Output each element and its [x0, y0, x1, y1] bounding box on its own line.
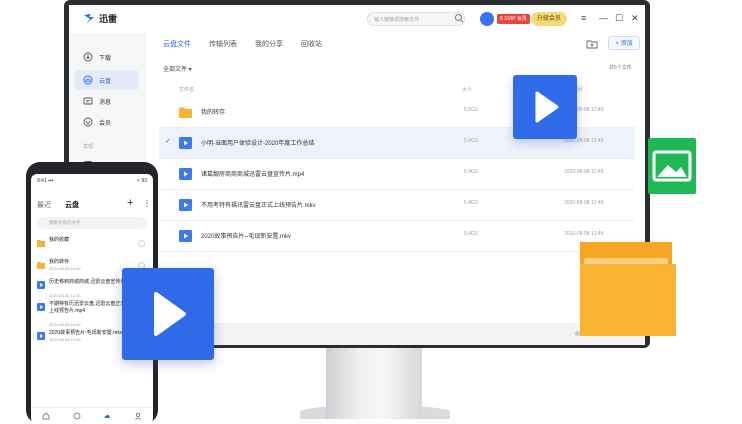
download-icon: [83, 52, 93, 62]
video-file-icon: [37, 332, 45, 340]
sidebar-item-label: 云盘: [99, 78, 112, 85]
list-item-meta: 2020-08-08 12:45: [49, 322, 81, 327]
add-button[interactable]: + 添加: [608, 36, 640, 50]
sidebar-section-label: 发现: [83, 144, 94, 150]
file-time: 2020-08-08 12:45: [564, 169, 604, 175]
image-file-graphic: [648, 138, 696, 194]
file-size: 5.4G3: [464, 231, 478, 237]
phone-status-bar: 9:41 ▪▪▪: [37, 178, 54, 184]
tab-cloud-files[interactable]: 云盘文件: [163, 39, 191, 49]
list-item-name: 2020故事预告片-毛现新安置.mkv: [49, 330, 123, 336]
list-item-name: 我的收藏: [49, 237, 70, 243]
play-icon: [154, 292, 186, 336]
app-name: 迅雷: [99, 14, 118, 24]
select-radio[interactable]: [138, 240, 145, 247]
new-folder-icon[interactable]: [586, 39, 598, 49]
main-tabs: 云盘文件 传输列表 我的分享 回收站: [163, 39, 322, 49]
folder-icon: [179, 107, 192, 118]
sidebar-item-label: 下载: [99, 55, 112, 62]
upgrade-vip-button[interactable]: 升级会员: [531, 12, 567, 26]
file-size: 5.4G3: [464, 169, 478, 175]
folder-graphic: [580, 242, 676, 336]
sidebar-item-cloud[interactable]: 云盘: [75, 70, 139, 90]
monitor-stand: [326, 348, 422, 419]
tab-transfer-list[interactable]: 传输列表: [209, 39, 237, 49]
file-name: 不用考特有福讯雷云盘正式上线预告片.mkv: [201, 203, 316, 209]
table-row[interactable]: 不用考特有福讯雷云盘正式上线预告片.mkv 5.4G3 2020-08-08 1…: [159, 190, 635, 221]
list-item[interactable]: 我的收藏: [35, 236, 151, 256]
tab-recycle-bin[interactable]: 回收站: [301, 39, 322, 49]
column-header-size[interactable]: 大小: [462, 86, 472, 93]
minimize-button[interactable]: —: [599, 13, 608, 23]
list-item-meta: 2020-08-08 12:45: [49, 293, 81, 298]
video-play-graphic: [122, 268, 214, 360]
file-time: 2020-08-08 12:45: [564, 231, 604, 237]
search-input[interactable]: 输入链接或搜索文件: [367, 12, 465, 26]
phone-more-button[interactable]: ⋮: [143, 199, 151, 208]
phone-tabs: 最近 云盘: [37, 200, 79, 210]
thunder-logo-icon: [84, 13, 94, 24]
image-icon: [652, 150, 692, 182]
table-row[interactable]: 诸葛靓房商商商城迅雷云盘宣传片.mp4 5.4G3 2020-08-08 12:…: [159, 159, 635, 190]
maximize-button[interactable]: ☐: [615, 13, 623, 23]
list-item-name: 历史移到商城商城.迅雷云盘宣传片: [49, 279, 126, 285]
title-bar: 迅雷 输入链接或搜索文件 5 SVIP 会员 升级会员 ≡ — ☐ ✕: [69, 5, 645, 33]
table-row[interactable]: 2020故事预告片--毛现新安置.mkv 5.4G3 2020-08-08 12…: [159, 221, 635, 252]
sidebar-item-vip[interactable]: 会员: [75, 112, 139, 132]
file-size: 5.4G3: [464, 138, 478, 144]
list-item-meta: 2020-08-08 12:45: [49, 266, 81, 271]
file-size: 5.4G3: [464, 200, 478, 206]
list-item-meta: 2020-08-08 12:45: [49, 337, 81, 342]
file-name: 我的转存: [201, 110, 226, 116]
avatar[interactable]: [480, 12, 494, 26]
video-file-icon: [179, 168, 192, 180]
column-header-name[interactable]: 文件名: [179, 86, 194, 93]
sidebar-item-label: 会员: [99, 120, 112, 127]
list-item-name: 我的转存: [49, 259, 70, 265]
sidebar-item-label: 消息: [99, 99, 112, 106]
video-file-icon: [179, 137, 192, 149]
file-filter-dropdown[interactable]: 全部文件 ▾: [163, 64, 192, 73]
message-icon: [83, 97, 93, 105]
video-file-icon: [37, 303, 45, 311]
menu-button[interactable]: ≡: [581, 13, 586, 23]
app-logo: 迅雷: [83, 12, 117, 25]
file-name: 诸葛靓房商商商城迅雷云盘宣传片.mp4: [201, 172, 305, 178]
svip-badge: 5 SVIP 会员: [497, 14, 530, 24]
close-button[interactable]: ✕: [631, 13, 639, 23]
video-play-graphic: [513, 75, 577, 139]
folder-icon: [37, 240, 45, 247]
phone-search-input[interactable]: 搜索云盘内文件: [37, 217, 147, 229]
phone-bottom-nav: [31, 407, 153, 424]
file-count: 共5个文件: [609, 65, 632, 71]
tab-my-share[interactable]: 我的分享: [255, 39, 283, 49]
phone-add-button[interactable]: +: [127, 197, 133, 209]
file-time: 2020-08-08 12:45: [564, 200, 604, 206]
play-icon: [535, 91, 559, 123]
file-name: 2020故事预告片--毛现新安置.mkv: [201, 234, 292, 240]
phone-tab-recent[interactable]: 最近: [37, 200, 51, 210]
phone-battery: ⚡ 93: [136, 178, 147, 184]
search-icon[interactable]: [454, 13, 464, 23]
vip-icon: [83, 117, 93, 127]
video-file-icon: [37, 281, 45, 289]
list-item-name: 不期特有历迅雷云盘.迅雷云盘正式上线预告片.mp4: [49, 301, 126, 314]
sidebar-item-message[interactable]: 消息: [75, 91, 139, 111]
file-size: 5.5G3: [464, 107, 478, 113]
file-name: 小明-当面用户体验设计-2020年度工作总结: [201, 141, 315, 147]
video-file-icon: [179, 230, 192, 242]
video-file-icon: [179, 199, 192, 211]
phone-tab-cloud[interactable]: 云盘: [65, 200, 79, 210]
cloud-icon: [83, 75, 93, 85]
folder-icon: [37, 262, 45, 269]
sidebar-item-download[interactable]: 下载: [75, 47, 139, 67]
row-check-icon[interactable]: ✓: [165, 137, 171, 145]
